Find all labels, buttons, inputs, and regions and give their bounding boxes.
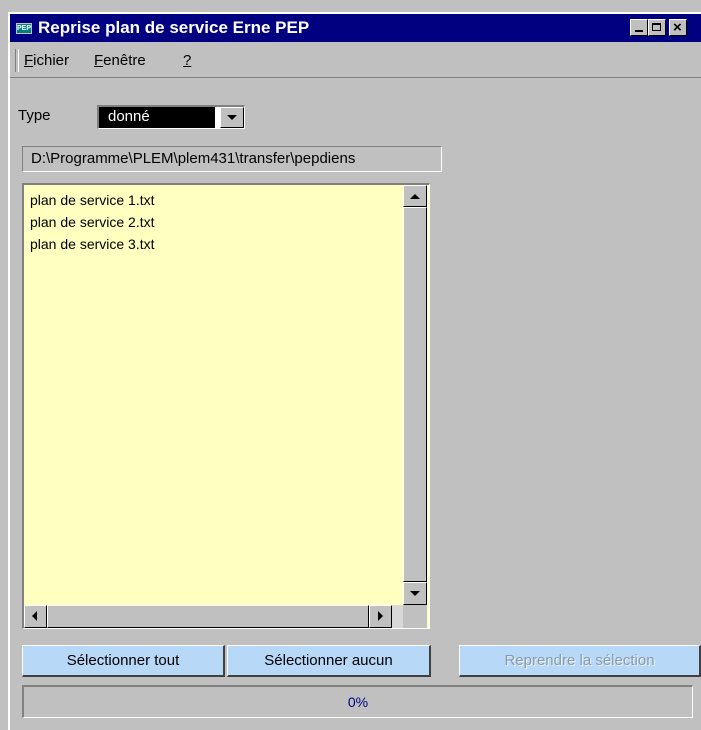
list-item[interactable]: plan de service 2.txt	[30, 211, 155, 233]
vertical-scrollbar[interactable]	[403, 185, 427, 605]
scroll-right-button[interactable]	[369, 605, 392, 628]
progress-bar: 0%	[22, 685, 693, 718]
arrow-up-icon	[410, 194, 420, 199]
window-title: Reprise plan de service Erne PEP	[38, 18, 310, 37]
file-list[interactable]: plan de service 1.txt plan de service 2.…	[22, 183, 430, 629]
scroll-up-button[interactable]	[403, 185, 427, 207]
maximize-icon	[649, 20, 665, 35]
type-select-value[interactable]: donné	[99, 107, 215, 128]
menu-grip	[15, 49, 19, 72]
type-label: Type	[18, 107, 51, 124]
chevron-down-icon	[227, 115, 237, 120]
menu-bar: Fichier Fenêtre ?	[10, 44, 701, 78]
type-select[interactable]: donné	[97, 105, 245, 129]
folder-path-field[interactable]: D:\Programme\PLEM\plem431\transfer\pepdi…	[22, 146, 442, 172]
minimize-icon	[631, 20, 647, 35]
app-icon[interactable]: PEP	[16, 23, 32, 34]
scroll-down-button[interactable]	[403, 582, 427, 605]
horizontal-scroll-thumb[interactable]	[47, 605, 369, 628]
minimize-button[interactable]	[630, 19, 648, 36]
scroll-corner	[403, 605, 427, 628]
close-button[interactable]: ×	[669, 19, 687, 36]
arrow-right-icon	[378, 611, 383, 621]
menu-fenetre[interactable]: Fenêtre	[94, 52, 146, 69]
menu-help[interactable]: ?	[183, 52, 191, 69]
select-all-button[interactable]: Sélectionner tout	[22, 645, 225, 677]
horizontal-scrollbar[interactable]	[24, 605, 403, 628]
arrow-down-icon	[410, 591, 420, 596]
vertical-scroll-thumb[interactable]	[403, 207, 427, 582]
resume-selection-button: Reprendre la sélection	[459, 645, 701, 677]
arrow-left-icon	[32, 611, 37, 621]
type-dropdown-button[interactable]	[220, 107, 244, 128]
list-item[interactable]: plan de service 3.txt	[30, 233, 155, 255]
menu-fichier[interactable]: Fichier	[24, 52, 69, 69]
title-bar[interactable]: PEP Reprise plan de service Erne PEP ×	[10, 14, 701, 42]
progress-text: 0%	[347, 694, 369, 710]
select-none-button[interactable]: Sélectionner aucun	[227, 645, 431, 677]
file-list-items: plan de service 1.txt plan de service 2.…	[30, 189, 155, 255]
scroll-left-button[interactable]	[24, 605, 47, 628]
close-icon: ×	[673, 19, 682, 36]
maximize-button[interactable]	[648, 19, 666, 36]
list-item[interactable]: plan de service 1.txt	[30, 189, 155, 211]
